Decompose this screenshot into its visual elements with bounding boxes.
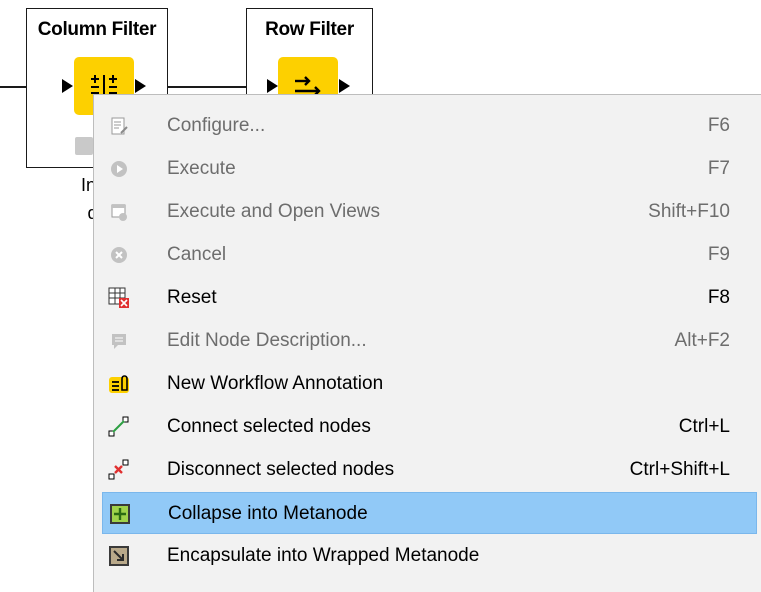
- input-port[interactable]: [62, 79, 73, 93]
- menu-item-execute-and-open-views[interactable]: Execute and Open Views Shift+F10: [102, 191, 757, 233]
- disconnect-nodes-icon: [108, 459, 130, 481]
- menu-item-edit-node-description[interactable]: Edit Node Description... Alt+F2: [102, 320, 757, 362]
- execute-icon: [108, 158, 130, 180]
- connect-nodes-icon: [108, 416, 130, 438]
- edit-description-icon: [108, 330, 130, 352]
- node-status-indicator: [75, 137, 93, 155]
- menu-item-label: Connect selected nodes: [167, 416, 371, 437]
- reset-icon: [108, 287, 130, 309]
- output-port[interactable]: [135, 79, 146, 93]
- menu-item-label: Disconnect selected nodes: [167, 459, 395, 480]
- node-title: Row Filter: [265, 19, 354, 40]
- menu-item-shortcut: F9: [707, 244, 730, 265]
- menu-item-label: Edit Node Description...: [167, 330, 367, 351]
- menu-item-label: Execute and Open Views: [167, 201, 381, 222]
- wrapped-metanode-icon: [108, 545, 130, 567]
- menu-item-disconnect-selected-nodes[interactable]: Disconnect selected nodes Ctrl+Shift+L: [102, 449, 757, 491]
- configure-icon: [108, 115, 130, 137]
- menu-item-shortcut: Ctrl+L: [678, 416, 730, 437]
- menu-item-reset[interactable]: Reset F8: [102, 277, 757, 319]
- collapse-metanode-icon: [109, 503, 131, 525]
- menu-item-shortcut: F7: [707, 158, 730, 179]
- menu-item-shortcut: F8: [707, 287, 730, 308]
- menu-item-shortcut: Ctrl+Shift+L: [629, 459, 730, 480]
- menu-item-label: Reset: [167, 287, 217, 308]
- menu-item-shortcut: F6: [707, 115, 730, 136]
- menu-item-label: Execute: [167, 158, 236, 179]
- menu-item-label: Encapsulate into Wrapped Metanode: [167, 545, 480, 566]
- menu-item-label: Cancel: [167, 244, 227, 265]
- input-port[interactable]: [267, 79, 278, 93]
- menu-item-cancel[interactable]: Cancel F9: [102, 234, 757, 276]
- annotation-icon: [108, 373, 130, 395]
- menu-item-label: New Workflow Annotation: [167, 373, 384, 394]
- menu-item-label: Collapse into Metanode: [168, 503, 368, 524]
- menu-item-label: Configure...: [167, 115, 266, 136]
- output-port[interactable]: [339, 79, 350, 93]
- menu-item-encapsulate-into-wrapped-metanode[interactable]: Encapsulate into Wrapped Metanode: [102, 535, 757, 577]
- menu-item-new-workflow-annotation[interactable]: New Workflow Annotation: [102, 363, 757, 405]
- menu-item-configure[interactable]: Configure... F6: [102, 105, 757, 147]
- context-menu: Configure... F6 Execute F7 Execute and O…: [93, 94, 761, 592]
- menu-item-execute[interactable]: Execute F7: [102, 148, 757, 190]
- menu-item-shortcut: Alt+F2: [674, 330, 730, 351]
- cancel-icon: [108, 244, 130, 266]
- menu-item-collapse-into-metanode[interactable]: Collapse into Metanode: [102, 492, 757, 534]
- node-title: Column Filter: [37, 19, 157, 40]
- menu-item-connect-selected-nodes[interactable]: Connect selected nodes Ctrl+L: [102, 406, 757, 448]
- execute-open-views-icon: [108, 201, 130, 223]
- menu-item-shortcut: Shift+F10: [648, 201, 730, 222]
